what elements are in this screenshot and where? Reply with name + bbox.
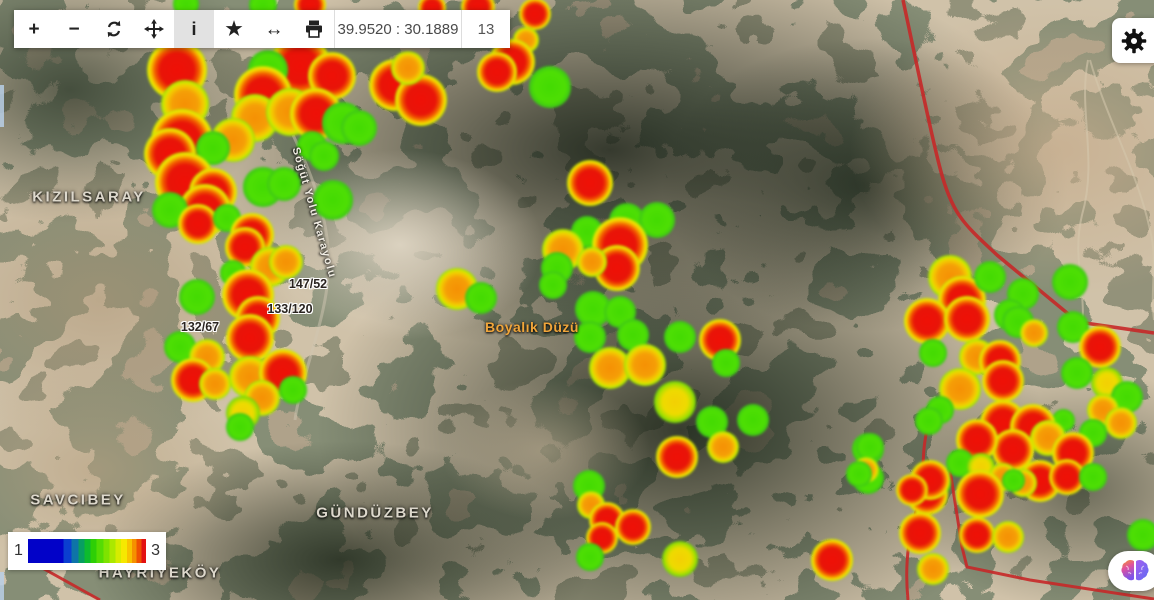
move-icon (144, 19, 164, 39)
heat-blob (811, 539, 852, 580)
heat-blob (974, 261, 1006, 293)
printer-icon (304, 19, 324, 39)
heat-blob (664, 321, 696, 353)
heat-blob (226, 413, 254, 441)
coordinates-display: 39.9520 : 30.1889 (335, 10, 461, 48)
heat-blob (267, 167, 302, 202)
legend-min-value: 1 (14, 542, 23, 560)
heat-blob (309, 141, 339, 171)
heat-blob (1002, 469, 1025, 492)
map-application: KIZILSARAYSAVCIBEYGÜNDÜZBEYHAYRIYEKÖYBoy… (0, 0, 1154, 600)
zoom-out-button[interactable]: − (54, 10, 94, 48)
heat-blob (341, 110, 378, 147)
heat-blob (624, 344, 665, 385)
heat-blob (577, 247, 607, 277)
heat-blob (477, 52, 516, 91)
heat-blob (919, 339, 947, 367)
legend-max-value: 3 (151, 542, 160, 560)
heat-blob (1079, 463, 1107, 491)
plus-icon: + (28, 20, 39, 39)
heat-blob (662, 541, 699, 578)
heat-blob (1127, 519, 1154, 551)
heat-blob (899, 512, 940, 553)
heat-blob (279, 376, 307, 404)
heat-blob (737, 404, 769, 436)
brain-logo-button[interactable] (1108, 551, 1154, 591)
heat-blob (615, 509, 652, 546)
heat-blob (576, 543, 604, 571)
refresh-button[interactable] (94, 10, 134, 48)
heat-blob (712, 349, 740, 377)
refresh-icon (104, 19, 124, 39)
heat-blob (956, 470, 1004, 518)
heat-blob (707, 431, 739, 463)
heat-blob (539, 271, 567, 299)
map-toolbar: + − i ★ (14, 10, 510, 48)
print-button[interactable] (294, 10, 334, 48)
heat-blob (1020, 319, 1048, 347)
heat-blob (982, 360, 1023, 401)
brain-icon (1119, 558, 1151, 584)
heat-blob (1052, 264, 1089, 301)
gear-icon (1120, 27, 1148, 55)
heat-layer (0, 0, 1154, 600)
heat-blob (1105, 407, 1137, 439)
measure-button[interactable]: ↔ (254, 10, 294, 48)
info-icon: i (191, 19, 196, 40)
minus-icon: − (68, 20, 79, 39)
heat-blob (915, 407, 943, 435)
heatmap-legend: 1 3 (8, 532, 166, 570)
heat-blob (465, 282, 497, 314)
heat-blob (199, 368, 231, 400)
heat-blob (269, 245, 304, 280)
heat-blob (944, 296, 990, 342)
heat-blob (313, 180, 352, 219)
zoom-in-button[interactable]: + (14, 10, 54, 48)
heat-blob (1061, 357, 1093, 389)
zoom-level-display[interactable]: 13 (462, 10, 510, 48)
heat-blob (567, 160, 613, 206)
info-button[interactable]: i (174, 10, 214, 48)
heat-blob (992, 521, 1024, 553)
settings-button[interactable] (1112, 18, 1154, 63)
heat-blob (654, 381, 695, 422)
heat-blob (179, 279, 216, 316)
heat-blob (656, 436, 697, 477)
heat-blob (178, 204, 217, 243)
heat-blob (846, 461, 871, 486)
heat-blob (896, 474, 928, 506)
heat-blob (917, 553, 949, 585)
heat-blob (519, 0, 551, 30)
pan-button[interactable] (134, 10, 174, 48)
heat-blob (529, 66, 570, 107)
horizontal-arrows-icon: ↔ (265, 20, 284, 39)
star-icon: ★ (225, 20, 242, 39)
heat-blob (959, 517, 996, 554)
favorite-button[interactable]: ★ (214, 10, 254, 48)
legend-gradient-bar (28, 539, 146, 563)
